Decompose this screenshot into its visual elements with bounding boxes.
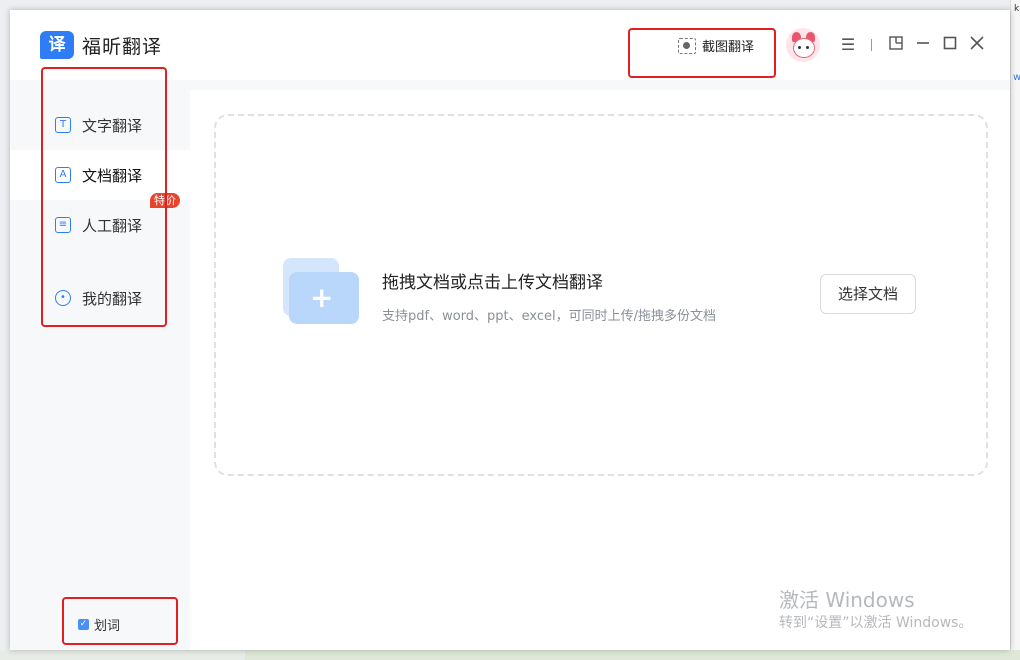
document-translate-icon: A — [55, 167, 71, 183]
sidebar-item-my-translations[interactable]: • 我的翻译 — [10, 273, 190, 323]
folder-add-icon[interactable]: + — [283, 258, 359, 326]
checkbox-checked-icon[interactable]: ✓ — [78, 619, 89, 630]
avatar[interactable] — [786, 28, 820, 62]
sidebar-item-label: 我的翻译 — [82, 289, 143, 308]
close-icon[interactable] — [968, 36, 986, 54]
word-pick-toggle[interactable]: ✓ 划词 — [78, 615, 120, 634]
sidebar: T 文字翻译 A 文档翻译 ≡ 人工翻译 特价 • 我的翻译 — [10, 80, 190, 650]
app-logo-icon: 译 — [40, 31, 74, 59]
drop-subtitle: 支持pdf、word、ppt、excel，可同时上传/拖拽多份文档 — [382, 309, 717, 324]
background-link[interactable]: w — [1013, 72, 1020, 83]
human-translate-icon: ≡ — [55, 217, 71, 233]
maximize-icon[interactable] — [941, 36, 959, 54]
sidebar-item-label: 文字翻译 — [82, 116, 143, 135]
sidebar-item-label: 文档翻译 — [82, 166, 143, 185]
sidebar-item-human-translate[interactable]: ≡ 人工翻译 特价 — [10, 193, 190, 250]
screenshot-translate-button[interactable]: 截图翻译 — [678, 36, 754, 55]
my-translations-icon: • — [55, 290, 71, 306]
choose-document-button[interactable]: 选择文档 — [820, 274, 916, 314]
content-top-strip — [190, 80, 1010, 90]
word-pick-label: 划词 — [94, 619, 121, 634]
divider — [871, 39, 872, 51]
background-text: k — [1014, 4, 1020, 14]
background-window-edge: k w — [1010, 0, 1020, 660]
minimize-icon[interactable] — [914, 36, 932, 54]
activation-watermark-text: 转到“设置”以激活 Windows。 — [779, 615, 973, 631]
sidebar-item-label: 人工翻译 — [82, 216, 143, 235]
background-strip — [0, 650, 1020, 660]
sidebar-item-text-translate[interactable]: T 文字翻译 — [10, 100, 190, 150]
pin-window-icon[interactable] — [887, 36, 905, 54]
app-window: 译 福昕翻译 截图翻译 ☰ T 文字翻译 A 文档翻译 ≡ 人工翻译 特价 • … — [10, 10, 1010, 650]
text-translate-icon: T — [55, 117, 71, 133]
app-name: 福昕翻译 — [82, 36, 163, 58]
screenshot-translate-label: 截图翻译 — [702, 40, 755, 55]
sale-badge: 特价 — [150, 193, 180, 208]
menu-icon[interactable]: ☰ — [839, 36, 857, 54]
camera-icon — [678, 37, 696, 54]
activation-watermark-title: 激活 Windows — [779, 588, 915, 612]
drop-title: 拖拽文档或点击上传文档翻译 — [382, 273, 603, 293]
title-bar: 译 福昕翻译 截图翻译 ☰ — [10, 10, 1010, 80]
